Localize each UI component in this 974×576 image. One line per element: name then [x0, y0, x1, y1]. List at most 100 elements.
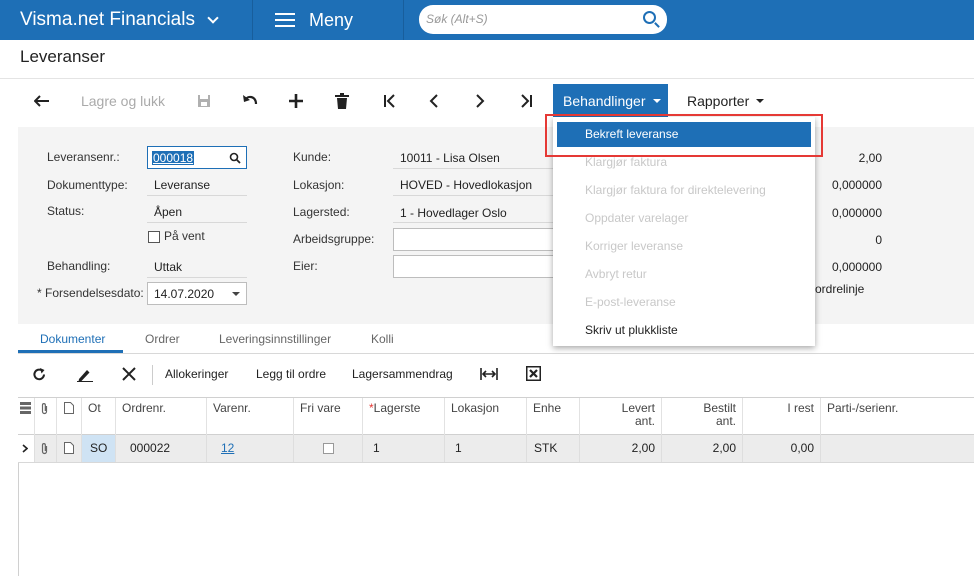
menu-item-prepare-dropship-invoice: Klargjør faktura for direktelevering — [585, 183, 766, 197]
tab-documents[interactable]: Dokumenter — [40, 332, 105, 346]
search-box — [419, 5, 667, 34]
column-shipped-qty-line2: ant. — [634, 414, 655, 428]
menu-item-cancel-return: Avbryt retur — [585, 267, 647, 281]
location-label: Lokasjon: — [293, 178, 345, 192]
add-button[interactable] — [284, 84, 308, 118]
workgroup-label: Arbeidsgruppe: — [293, 232, 375, 246]
cell-uom[interactable]: STK — [527, 435, 580, 462]
cell-open-qty[interactable]: 0,00 — [743, 435, 821, 462]
column-ordered-qty[interactable]: Bestilt ant. — [662, 398, 743, 435]
refresh-button[interactable] — [32, 367, 47, 382]
export-excel-button[interactable] — [526, 366, 541, 381]
item-link[interactable]: 12 — [221, 441, 234, 455]
menu-item-update-inventory: Oppdater varelager — [585, 211, 689, 225]
column-ordered-qty-line1: Bestilt — [703, 401, 736, 415]
cell-warehouse[interactable]: 1 — [363, 435, 445, 462]
first-icon — [384, 94, 395, 108]
row-note[interactable] — [57, 435, 82, 462]
column-notes[interactable] — [57, 398, 82, 435]
add-order-button[interactable]: Legg til ordre — [256, 367, 326, 381]
column-row-select[interactable] — [18, 398, 35, 435]
tab-orders[interactable]: Ordrer — [145, 332, 180, 346]
chevron-right-icon — [476, 94, 485, 108]
required-marker: * — [37, 286, 42, 300]
on-hold-label: På vent — [164, 229, 205, 243]
actions-label: Behandlinger — [563, 92, 646, 109]
caret-down-icon — [232, 292, 240, 296]
app-switcher[interactable]: Visma.net Financials — [0, 0, 252, 40]
cell-shipped-qty[interactable]: 2,00 — [580, 435, 662, 462]
column-item-nbr[interactable]: Varenr. — [207, 398, 294, 435]
on-hold-checkbox[interactable] — [148, 231, 160, 243]
fit-columns-button[interactable] — [480, 367, 498, 381]
location-value: HOVED - Hovedlokasjon — [400, 178, 533, 192]
ship-date-label-text: Forsendelsesdato: — [45, 286, 144, 300]
workgroup-field[interactable] — [393, 228, 555, 251]
tab-packages[interactable]: Kolli — [371, 332, 394, 346]
column-uom[interactable]: Enhe — [527, 398, 580, 435]
table-row[interactable]: SO 000022 12 1 1 STK 2,00 2,00 0,00 — [18, 435, 974, 463]
row-attachment[interactable] — [35, 435, 57, 462]
cell-ordered-qty[interactable]: 2,00 — [662, 435, 743, 462]
menu-label: Meny — [309, 9, 354, 30]
owner-field[interactable] — [393, 255, 555, 278]
free-item-checkbox[interactable] — [323, 443, 334, 454]
list-icon — [20, 402, 31, 414]
column-shipped-qty-line1: Levert — [621, 401, 655, 415]
shipment-nbr-field[interactable]: 000018 — [147, 146, 247, 169]
back-button[interactable] — [30, 84, 54, 118]
main-toolbar: Lagre og lukk — [0, 84, 974, 118]
search-input[interactable] — [426, 10, 626, 28]
reports-label: Rapporter — [687, 92, 750, 109]
previous-record-button[interactable] — [422, 84, 446, 118]
edit-button[interactable] — [77, 367, 93, 382]
total-value: 0,000000 — [831, 206, 882, 220]
save-close-button[interactable]: Lagre og lukk — [72, 84, 174, 118]
column-open-qty[interactable]: I rest — [743, 398, 821, 435]
column-free-item[interactable]: Fri vare — [294, 398, 363, 435]
reports-menu-button[interactable]: Rapporter — [677, 84, 765, 117]
cell-order-nbr[interactable]: 000022 — [116, 435, 207, 462]
column-order-nbr[interactable]: Ordrenr. — [116, 398, 207, 435]
status-label: Status: — [47, 204, 85, 218]
cell-lot-serial[interactable] — [821, 435, 974, 462]
last-record-button[interactable] — [514, 84, 538, 118]
column-order-type[interactable]: Ot — [82, 398, 116, 435]
top-bar: Visma.net Financials Meny — [0, 0, 974, 40]
allocations-button[interactable]: Allokeringer — [165, 367, 228, 381]
column-location[interactable]: Lokasjon — [445, 398, 527, 435]
first-record-button[interactable] — [378, 84, 402, 118]
partial-label: ordrelinje — [815, 282, 865, 296]
total-value: 0 — [875, 233, 882, 247]
field-underline — [393, 195, 553, 196]
arrow-left-icon — [34, 95, 49, 107]
undo-button[interactable] — [238, 84, 262, 118]
column-lot-serial[interactable]: Parti-/serienr. — [821, 398, 974, 435]
search-icon[interactable] — [229, 152, 241, 164]
menu-button[interactable]: Meny — [253, 0, 403, 40]
save-icon — [198, 95, 210, 107]
cell-order-type[interactable]: SO — [82, 435, 116, 462]
chevron-down-icon — [207, 11, 219, 24]
save-button[interactable] — [192, 84, 216, 118]
field-underline — [147, 222, 247, 223]
tab-delivery-settings[interactable]: Leveringsinnstillinger — [219, 332, 331, 346]
delete-row-button[interactable] — [122, 367, 136, 381]
column-shipped-qty[interactable]: Levert ant. — [580, 398, 662, 435]
menu-item-print-pick-list[interactable]: Skriv ut plukkliste — [585, 323, 678, 337]
actions-menu-button[interactable]: Behandlinger — [553, 84, 668, 117]
page-title: Leveranser — [20, 47, 106, 66]
ship-date-field[interactable]: 14.07.2020 — [147, 282, 247, 305]
ship-date-label: * Forsendelsesdato: — [37, 286, 144, 300]
cell-location[interactable]: 1 — [445, 435, 527, 462]
cell-item-nbr[interactable]: 12 — [207, 435, 294, 462]
app-name: Visma.net Financials — [20, 9, 195, 30]
inventory-summary-button[interactable]: Lagersammendrag — [352, 367, 453, 381]
delete-button[interactable] — [330, 84, 354, 118]
fit-width-icon — [480, 368, 498, 380]
warehouse-label: Lagersted: — [293, 205, 350, 219]
next-record-button[interactable] — [468, 84, 492, 118]
column-attachments[interactable] — [35, 398, 57, 435]
column-warehouse[interactable]: *Lagerste — [363, 398, 445, 435]
search-icon[interactable] — [643, 11, 656, 24]
